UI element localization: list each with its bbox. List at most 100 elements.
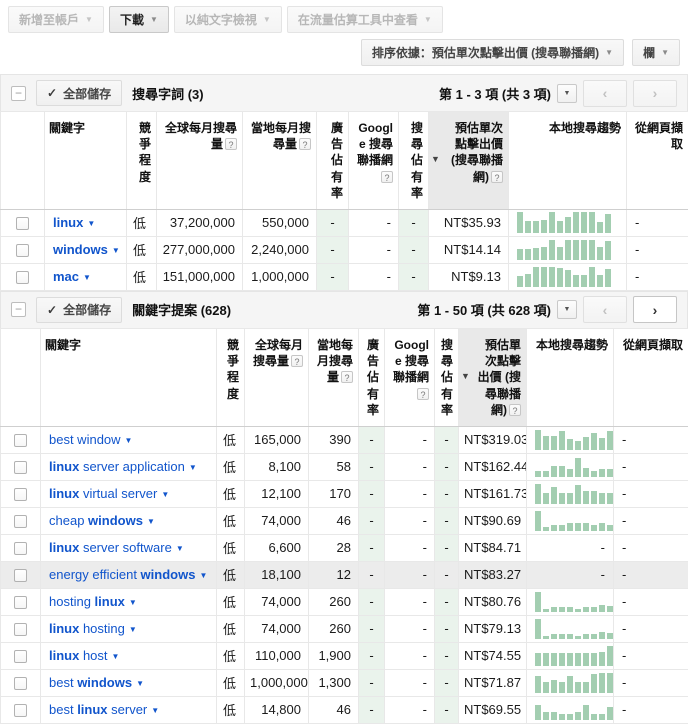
row-checkbox[interactable] [14, 542, 27, 555]
extracted-from-webpage-cell: - [614, 453, 688, 480]
help-icon[interactable]: ? [225, 138, 237, 150]
help-icon[interactable]: ? [291, 355, 303, 367]
checkbox-column-header [1, 112, 45, 210]
column-header-local-search-trends[interactable]: 本地搜尋趨勢 [527, 328, 614, 426]
column-header-google-search-network[interactable]: Google 搜尋聯播網? [385, 328, 435, 426]
help-icon[interactable]: ? [341, 371, 353, 383]
keyword-dropdown-icon[interactable]: ▼ [147, 517, 155, 526]
row-checkbox[interactable] [14, 461, 27, 474]
column-header-global-monthly-searches[interactable]: 全球每月搜尋量? [245, 328, 309, 426]
sparkline-bar [583, 491, 589, 504]
column-header-competition[interactable]: 競爭程度 [127, 112, 157, 210]
checkbox-cell [1, 588, 41, 615]
keyword-link[interactable]: linux hosting▼ [49, 621, 137, 636]
column-header-estimated-cpc[interactable]: ▼預估單次點擊出價 (搜尋聯播網)? [429, 112, 509, 210]
keyword-dropdown-icon[interactable]: ▼ [136, 679, 144, 688]
row-checkbox[interactable] [14, 515, 27, 528]
keyword-dropdown-icon[interactable]: ▼ [125, 436, 133, 445]
keyword-link[interactable]: energy efficient windows▼ [49, 567, 207, 582]
prev-page-button[interactable]: ‹ [583, 80, 627, 107]
keyword-dropdown-icon[interactable]: ▼ [151, 706, 159, 715]
keyword-dropdown-icon[interactable]: ▼ [129, 598, 137, 607]
column-header-label: 從網頁擷取 [623, 338, 683, 352]
row-checkbox[interactable] [16, 271, 29, 284]
help-icon[interactable]: ? [491, 171, 503, 183]
column-header-google-search-network[interactable]: Google 搜尋聯播網? [349, 112, 399, 210]
next-page-button[interactable]: › [633, 296, 677, 323]
help-icon[interactable]: ? [417, 388, 429, 400]
row-checkbox[interactable] [14, 650, 27, 663]
checkbox-cell [1, 263, 45, 290]
keyword-link[interactable]: best windows▼ [49, 675, 144, 690]
row-checkbox[interactable] [14, 434, 27, 447]
view-as-text-button[interactable]: 以純文字檢視 ▼ [174, 6, 282, 33]
sparkline-bar [525, 249, 531, 260]
collapse-section-icon[interactable]: − [11, 86, 26, 101]
keyword-ideas-section-header: − ✓ 全部儲存 關鍵字提案 (628) 第 1 - 50 項 (共 628 項… [0, 291, 688, 328]
keyword-link[interactable]: hosting linux▼ [49, 594, 137, 609]
page-size-dropdown[interactable]: ▼ [557, 84, 577, 103]
next-page-button[interactable]: › [633, 80, 677, 107]
keyword-link[interactable]: linux virtual server▼ [49, 486, 169, 501]
keyword-link[interactable]: best linux server▼ [49, 702, 159, 717]
column-header-ad-share[interactable]: 廣告佔有率 [317, 112, 349, 210]
download-button[interactable]: 下載 ▼ [109, 6, 169, 33]
column-header-keyword[interactable]: 關鍵字 [45, 112, 127, 210]
columns-dropdown[interactable]: 欄 ▼ [632, 39, 680, 66]
keyword-link[interactable]: linux host▼ [49, 648, 119, 663]
prev-page-button[interactable]: ‹ [583, 296, 627, 323]
google-search-network-cell: - [349, 209, 399, 236]
keyword-link[interactable]: linux▼ [53, 215, 95, 230]
add-to-account-button[interactable]: 新增至帳戶 ▼ [8, 6, 104, 33]
column-header-ad-share[interactable]: 廣告佔有率 [359, 328, 385, 426]
keyword-link[interactable]: cheap windows▼ [49, 513, 155, 528]
save-all-button[interactable]: ✓ 全部儲存 [36, 80, 122, 106]
column-header-extracted-from-webpage[interactable]: 從網頁擷取 [614, 328, 688, 426]
keyword-dropdown-icon[interactable]: ▼ [83, 273, 91, 282]
column-header-extracted-from-webpage[interactable]: 從網頁擷取 [627, 112, 688, 210]
keyword-dropdown-icon[interactable]: ▼ [189, 463, 197, 472]
trend-sparkline [535, 429, 605, 450]
column-header-estimated-cpc[interactable]: ▼預估單次點擊出價 (搜尋聯播網)? [459, 328, 527, 426]
column-header-keyword[interactable]: 關鍵字 [41, 328, 217, 426]
keyword-link[interactable]: linux server software▼ [49, 540, 184, 555]
sort-by-dropdown[interactable]: 排序依據：預估單次點擊出價 (搜尋聯播網) ▼ [361, 39, 624, 66]
search-share-cell: - [435, 615, 459, 642]
view-in-traffic-estimator-button[interactable]: 在流量估算工具中查看 ▼ [287, 6, 443, 33]
row-checkbox[interactable] [14, 704, 27, 717]
row-checkbox[interactable] [14, 488, 27, 501]
keyword-link[interactable]: mac▼ [53, 269, 91, 284]
page-size-dropdown[interactable]: ▼ [557, 300, 577, 319]
keyword-dropdown-icon[interactable]: ▼ [112, 652, 120, 661]
row-checkbox[interactable] [14, 623, 27, 636]
help-icon[interactable]: ? [509, 404, 521, 416]
save-all-button[interactable]: ✓ 全部儲存 [36, 297, 122, 323]
keyword-dropdown-icon[interactable]: ▼ [199, 571, 207, 580]
keyword-dropdown-icon[interactable]: ▼ [176, 544, 184, 553]
competition-cell: 低 [217, 480, 245, 507]
column-header-local-monthly-searches[interactable]: 當地每月搜尋量? [243, 112, 317, 210]
row-checkbox[interactable] [16, 244, 29, 257]
keyword-dropdown-icon[interactable]: ▼ [112, 246, 120, 255]
column-header-search-share[interactable]: 搜尋佔有率 [399, 112, 429, 210]
column-header-local-search-trends[interactable]: 本地搜尋趨勢 [509, 112, 627, 210]
row-checkbox[interactable] [16, 217, 29, 230]
column-header-global-monthly-searches[interactable]: 全球每月搜尋量? [157, 112, 243, 210]
row-checkbox[interactable] [14, 677, 27, 690]
keyword-dropdown-icon[interactable]: ▼ [161, 490, 169, 499]
help-icon[interactable]: ? [381, 171, 393, 183]
keyword-dropdown-icon[interactable]: ▼ [129, 625, 137, 634]
keyword-dropdown-icon[interactable]: ▼ [87, 219, 95, 228]
keyword-link[interactable]: linux server application▼ [49, 459, 197, 474]
column-header-search-share[interactable]: 搜尋佔有率 [435, 328, 459, 426]
row-checkbox[interactable] [14, 569, 27, 582]
column-header-competition[interactable]: 競爭程度 [217, 328, 245, 426]
column-header-local-monthly-searches[interactable]: 當地每月搜尋量? [309, 328, 359, 426]
table-row: cheap windows▼低74,00046---NT$90.69- [1, 507, 688, 534]
collapse-section-icon[interactable]: − [11, 302, 26, 317]
keyword-link[interactable]: best window▼ [49, 432, 132, 447]
chevron-down-icon: ▼ [85, 16, 93, 24]
row-checkbox[interactable] [14, 596, 27, 609]
keyword-link[interactable]: windows▼ [53, 242, 120, 257]
help-icon[interactable]: ? [299, 138, 311, 150]
